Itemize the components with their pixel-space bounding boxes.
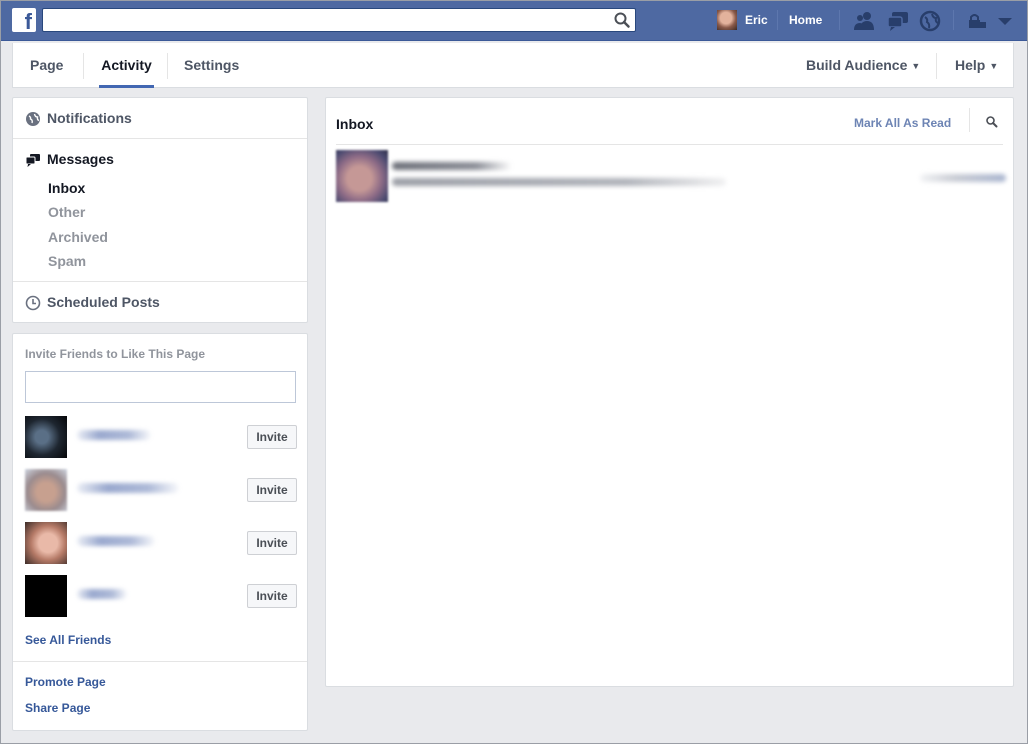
sidebar-item-label: Notifications	[47, 110, 132, 126]
divider	[839, 10, 840, 30]
divider	[167, 53, 168, 79]
divider	[13, 661, 307, 662]
privacy-shortcuts-icon[interactable]	[965, 10, 989, 32]
message-snippet-blurred	[392, 178, 726, 186]
tab-activity[interactable]: Activity	[99, 43, 154, 88]
friend-row: Invite	[25, 469, 297, 511]
divider	[83, 53, 84, 79]
help-label: Help	[955, 57, 986, 73]
friend-name-blurred[interactable]	[77, 536, 155, 546]
profile-link[interactable]: Eric	[745, 13, 768, 27]
friend-name-blurred[interactable]	[77, 430, 151, 440]
sidebar-subitem-spam[interactable]: Spam	[48, 253, 86, 269]
tab-page[interactable]: Page	[30, 43, 63, 88]
message-thread-row[interactable]	[336, 150, 1010, 202]
mark-all-as-read-link[interactable]: Mark All As Read	[854, 116, 951, 130]
caret-down-icon: ▼	[911, 61, 921, 71]
search-icon[interactable]	[985, 115, 999, 129]
page-tab-bar: Page Activity Settings Build Audience ▼ H…	[12, 43, 1014, 88]
sidebar-subitem-archived[interactable]: Archived	[48, 229, 108, 245]
promote-page-link[interactable]: Promote Page	[25, 675, 106, 689]
facebook-logo[interactable]: f	[12, 8, 36, 32]
messages-icon[interactable]	[886, 10, 910, 32]
inbox-title: Inbox	[336, 116, 374, 132]
see-all-friends-link[interactable]: See All Friends	[25, 633, 111, 647]
activity-sidebar: Notifications Messages Inbox Other Archi…	[12, 97, 308, 323]
top-navigation-bar: f Eric Home	[1, 1, 1027, 41]
home-link[interactable]: Home	[789, 13, 822, 27]
friend-avatar[interactable]	[25, 469, 67, 511]
share-page-link[interactable]: Share Page	[25, 701, 90, 715]
sidebar-subitem-inbox[interactable]: Inbox	[48, 180, 85, 196]
divider	[953, 10, 954, 30]
inbox-panel: Inbox Mark All As Read	[325, 97, 1014, 687]
account-menu-chevron-icon[interactable]	[993, 10, 1017, 32]
divider	[777, 10, 778, 30]
friend-name-blurred[interactable]	[77, 483, 179, 493]
divider	[13, 281, 307, 282]
invite-button[interactable]: Invite	[247, 531, 297, 555]
friend-requests-icon[interactable]	[853, 10, 877, 32]
message-time-blurred	[920, 174, 1006, 182]
search-icon[interactable]	[613, 11, 631, 29]
sender-name-blurred	[392, 162, 512, 170]
friend-row: Invite	[25, 522, 297, 564]
invite-button[interactable]: Invite	[247, 425, 297, 449]
sender-avatar	[336, 150, 388, 202]
friend-row: Invite	[25, 416, 297, 458]
build-audience-menu[interactable]: Build Audience ▼	[806, 43, 920, 88]
friend-row: Invite	[25, 575, 297, 617]
user-avatar[interactable]	[717, 10, 737, 30]
globe-icon	[26, 112, 40, 126]
notifications-globe-icon[interactable]	[918, 10, 942, 32]
build-audience-label: Build Audience	[806, 57, 908, 73]
divider	[336, 144, 1003, 145]
friend-avatar[interactable]	[25, 575, 67, 617]
invite-button[interactable]: Invite	[247, 478, 297, 502]
divider	[936, 53, 937, 79]
invite-friends-panel: Invite Friends to Like This Page Invite …	[12, 333, 308, 731]
tab-settings[interactable]: Settings	[184, 43, 239, 88]
sidebar-item-label: Scheduled Posts	[47, 294, 160, 310]
sidebar-item-scheduled-posts[interactable]: Scheduled Posts	[25, 294, 160, 311]
friend-avatar[interactable]	[25, 522, 67, 564]
divider	[969, 108, 970, 132]
help-menu[interactable]: Help ▼	[955, 43, 998, 88]
invite-friends-search-input[interactable]	[25, 371, 296, 403]
invite-friends-title: Invite Friends to Like This Page	[25, 347, 206, 361]
sidebar-subitem-other[interactable]: Other	[48, 204, 85, 220]
sidebar-item-label: Messages	[47, 151, 114, 167]
clock-icon	[25, 295, 41, 311]
friend-avatar[interactable]	[25, 416, 67, 458]
search-input[interactable]	[42, 8, 636, 32]
friend-name-blurred[interactable]	[77, 589, 127, 599]
sidebar-item-messages[interactable]: Messages	[25, 151, 114, 167]
sidebar-item-notifications[interactable]: Notifications	[25, 110, 132, 126]
caret-down-icon: ▼	[989, 61, 999, 71]
divider	[13, 138, 307, 139]
messages-icon	[25, 154, 40, 167]
invite-button[interactable]: Invite	[247, 584, 297, 608]
